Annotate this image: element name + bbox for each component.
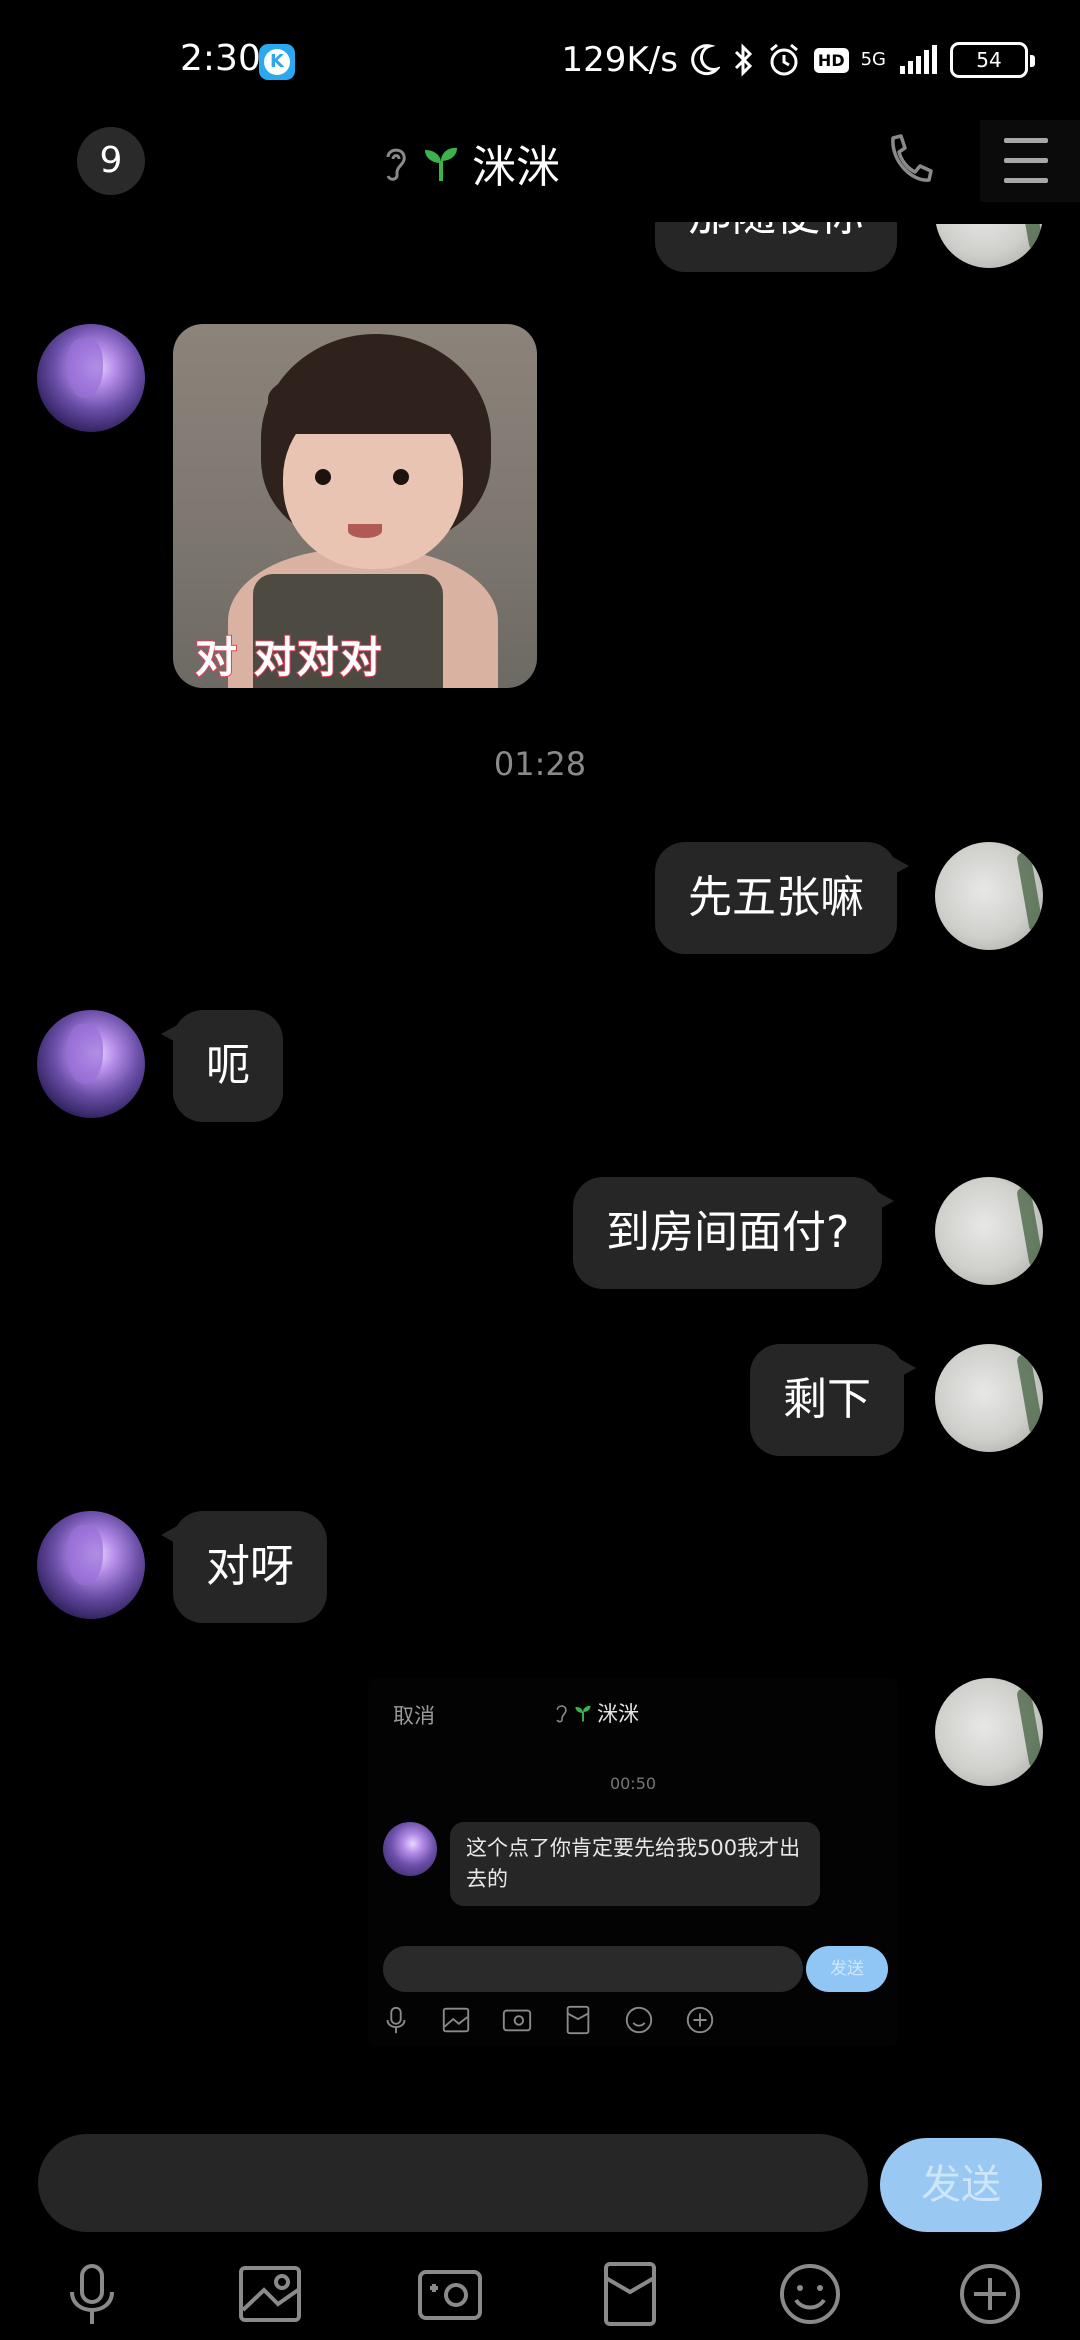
send-button[interactable]: 发送 bbox=[880, 2138, 1042, 2232]
contact-name: 洣洣 bbox=[472, 142, 560, 193]
embedded-message-text: 这个点了你肯定要先给我500我才出去的 bbox=[450, 1822, 820, 1906]
status-right-group: 129K/s HD 5G 54 bbox=[561, 38, 1035, 82]
message-text: 先五张嘛 bbox=[688, 872, 864, 923]
emoji-icon bbox=[625, 2006, 653, 2034]
my-avatar[interactable] bbox=[935, 1344, 1043, 1452]
bluetooth-icon bbox=[734, 43, 753, 77]
message-input[interactable] bbox=[38, 2134, 868, 2232]
my-avatar[interactable] bbox=[935, 1678, 1043, 1786]
mic-icon bbox=[386, 2006, 406, 2034]
message-bubble-received[interactable]: 对呀 bbox=[161, 1511, 327, 1623]
message-text: 呃 bbox=[206, 1040, 250, 1091]
embedded-contact-avatar bbox=[383, 1822, 437, 1876]
sprout-icon bbox=[425, 147, 457, 181]
ear-icon bbox=[556, 1705, 567, 1723]
ear-icon bbox=[386, 148, 406, 181]
status-time: 2:30 bbox=[180, 38, 261, 79]
embedded-title-group: 洣洣 bbox=[553, 1698, 639, 1728]
embedded-cancel-label: 取消 bbox=[393, 1704, 435, 1728]
sticker-image[interactable]: 对 对对对 bbox=[173, 324, 537, 688]
hd-badge: HD bbox=[813, 47, 849, 73]
contact-avatar[interactable] bbox=[37, 324, 145, 432]
unread-count-badge[interactable]: 9 bbox=[77, 127, 145, 195]
moon-icon bbox=[691, 44, 720, 76]
chat-title-group: 洣洣 bbox=[380, 128, 560, 198]
contact-avatar[interactable] bbox=[37, 1511, 145, 1619]
message-text: 对呀 bbox=[206, 1541, 294, 1592]
message-text: 剩下 bbox=[783, 1374, 871, 1425]
mic-icon[interactable] bbox=[58, 2260, 126, 2328]
image-icon bbox=[442, 2007, 470, 2033]
embedded-timestamp: 00:50 bbox=[609, 1774, 657, 1793]
phone-icon[interactable] bbox=[883, 132, 933, 188]
my-avatar[interactable] bbox=[935, 842, 1043, 950]
network-speed: 129K/s bbox=[561, 40, 678, 80]
contact-avatar[interactable] bbox=[37, 1010, 145, 1118]
embedded-contact-name: 洣洣 bbox=[597, 1702, 639, 1726]
alarm-icon bbox=[769, 43, 798, 76]
message-text: 到房间面付? bbox=[606, 1207, 850, 1258]
sprout-icon bbox=[575, 1705, 591, 1722]
image-icon[interactable] bbox=[236, 2260, 304, 2328]
screenshot-image-message[interactable]: 取消 洣洣 00:50 这个点了你肯定要先给我500我才出去的 发送 bbox=[368, 1678, 898, 2046]
message-bubble-sent[interactable]: 剩下 bbox=[750, 1344, 916, 1456]
message-bubble-sent[interactable]: 先五张嘛 bbox=[655, 842, 909, 954]
embedded-send-button: 发送 bbox=[806, 1946, 888, 1992]
message-bubble-sent[interactable]: 到房间面付? bbox=[573, 1177, 895, 1289]
my-avatar[interactable] bbox=[935, 1177, 1043, 1285]
red-envelope-icon[interactable] bbox=[596, 2260, 664, 2328]
camera-icon bbox=[502, 2009, 532, 2032]
message-timestamp: 01:28 bbox=[493, 745, 587, 783]
signal-icon bbox=[900, 45, 937, 74]
message-bubble-received[interactable]: 呃 bbox=[161, 1010, 283, 1122]
app-notification-icon: K bbox=[259, 44, 295, 80]
red-envelope-icon bbox=[566, 2005, 590, 2035]
emoji-icon[interactable] bbox=[776, 2260, 844, 2328]
battery-indicator: 54 bbox=[950, 42, 1035, 78]
menu-button[interactable] bbox=[980, 120, 1080, 202]
sticker-caption: 对 对对对 bbox=[194, 632, 383, 683]
embedded-toolbar bbox=[368, 1998, 898, 2042]
camera-icon[interactable] bbox=[416, 2260, 484, 2328]
plus-icon bbox=[686, 2006, 714, 2034]
plus-icon[interactable] bbox=[956, 2260, 1024, 2328]
embedded-input-bar bbox=[383, 1946, 803, 1992]
network-type: 5G bbox=[860, 49, 886, 70]
input-toolbar bbox=[0, 2240, 1080, 2340]
status-bar: 2:30 K 129K/s HD 5G 54 bbox=[0, 0, 1080, 120]
chat-header: 9 洣洣 bbox=[0, 120, 1080, 220]
